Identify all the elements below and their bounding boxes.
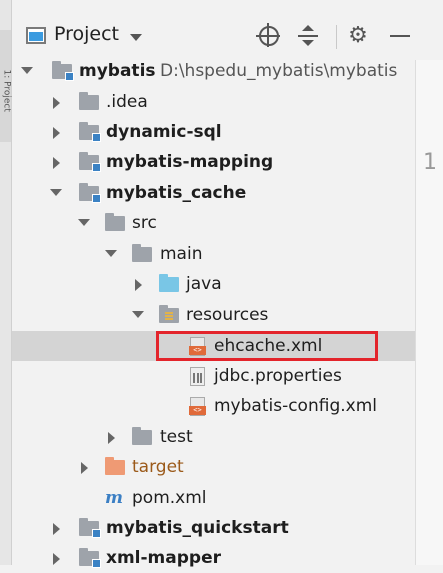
tree-item-label: pom.xml	[132, 488, 207, 508]
tree-item-label: resources	[186, 305, 269, 325]
tree-item-label: java	[186, 274, 222, 294]
editor-line-number: 1	[423, 150, 437, 175]
module-folder-icon	[79, 183, 101, 203]
module-folder-icon	[52, 61, 74, 81]
editor-edge	[415, 60, 443, 565]
module-folder-icon	[79, 122, 101, 142]
project-view-icon	[26, 27, 46, 44]
collapse-all-icon[interactable]	[296, 23, 322, 49]
tree-item-label: test	[160, 427, 193, 447]
source-folder-icon	[159, 274, 179, 292]
excluded-folder-icon	[105, 457, 125, 475]
tree-row-mybatis-quickstart[interactable]: mybatis_quickstart	[12, 513, 415, 543]
header-divider	[336, 25, 337, 49]
chevron-right-icon[interactable]	[81, 462, 88, 474]
project-panel-header: Project ⚙	[12, 8, 443, 60]
tree-row-mybatis-cache[interactable]: mybatis_cache	[12, 178, 415, 208]
tree-row-mybatis-config-xml[interactable]: mybatis-config.xml	[12, 391, 415, 421]
module-folder-icon	[79, 518, 101, 538]
tree-row-dynamic-sql[interactable]: dynamic-sql	[12, 117, 415, 147]
chevron-down-icon[interactable]	[78, 219, 90, 226]
tree-row-resources[interactable]: resources	[12, 300, 415, 330]
tree-row-xml-mapper[interactable]: xml-mapper	[12, 543, 415, 573]
tree-row-idea[interactable]: .idea	[12, 87, 415, 117]
left-tool-strip: 1: Project	[0, 0, 12, 565]
chevron-right-icon[interactable]	[53, 97, 60, 109]
folder-icon	[105, 213, 125, 231]
chevron-right-icon[interactable]	[53, 553, 60, 565]
tree-item-label: mybatis_cache	[106, 183, 247, 203]
module-path: D:\hspedu_mybatis\mybatis	[160, 61, 398, 81]
tree-item-label: mybatis_quickstart	[106, 518, 289, 538]
folder-icon	[79, 92, 99, 110]
tree-row-target[interactable]: target	[12, 452, 415, 482]
chevron-right-icon[interactable]	[53, 523, 60, 535]
chevron-right-icon[interactable]	[53, 157, 60, 169]
tree-row-pom-xml[interactable]: m pom.xml	[12, 483, 415, 513]
tree-item-label: main	[160, 244, 203, 264]
tree-item-label: src	[132, 213, 157, 233]
tree-item-label: dynamic-sql	[106, 122, 222, 142]
tree-row-jdbc-properties[interactable]: jdbc.properties	[12, 361, 415, 391]
tree-row-java[interactable]: java	[12, 269, 415, 299]
chevron-down-icon[interactable]	[21, 67, 33, 74]
minimize-icon[interactable]	[387, 23, 413, 49]
gear-icon[interactable]: ⚙	[345, 23, 371, 49]
resources-folder-icon	[159, 305, 179, 323]
folder-icon	[132, 244, 152, 262]
tree-row-main[interactable]: main	[12, 239, 415, 269]
chevron-down-icon[interactable]	[105, 250, 117, 257]
project-tool-tab[interactable]: 1: Project	[0, 30, 12, 142]
project-view-selector[interactable]: Project	[54, 23, 119, 45]
xml-file-icon	[189, 397, 206, 416]
tree-item-label: xml-mapper	[106, 548, 221, 568]
tree-row-src[interactable]: src	[12, 208, 415, 238]
tree-item-label: .idea	[106, 92, 148, 112]
chevron-right-icon[interactable]	[53, 127, 60, 139]
tree-item-label: target	[132, 457, 184, 477]
tree-row-mybatis[interactable]: mybatis D:\hspedu_mybatis\mybatis	[12, 56, 415, 86]
tree-item-label: jdbc.properties	[214, 366, 342, 386]
properties-file-icon	[190, 367, 205, 386]
highlight-annotation-box	[156, 331, 378, 361]
tree-item-label: mybatis-config.xml	[214, 396, 377, 416]
chevron-right-icon[interactable]	[108, 432, 115, 444]
module-folder-icon	[79, 152, 101, 172]
maven-file-icon: m	[105, 488, 123, 508]
chevron-right-icon[interactable]	[135, 279, 142, 291]
tree-item-label: mybatis-mapping	[106, 152, 274, 172]
project-tool-tab-label: 1: Project	[1, 69, 12, 112]
locate-file-icon[interactable]	[256, 23, 282, 49]
chevron-down-icon[interactable]	[130, 34, 142, 41]
module-folder-icon	[79, 548, 101, 568]
folder-icon	[132, 427, 152, 445]
tree-row-mybatis-mapping[interactable]: mybatis-mapping	[12, 147, 415, 177]
chevron-down-icon[interactable]	[50, 189, 62, 196]
chevron-down-icon[interactable]	[132, 311, 144, 318]
tree-item-label: mybatis	[79, 61, 156, 81]
tree-row-test[interactable]: test	[12, 422, 415, 452]
